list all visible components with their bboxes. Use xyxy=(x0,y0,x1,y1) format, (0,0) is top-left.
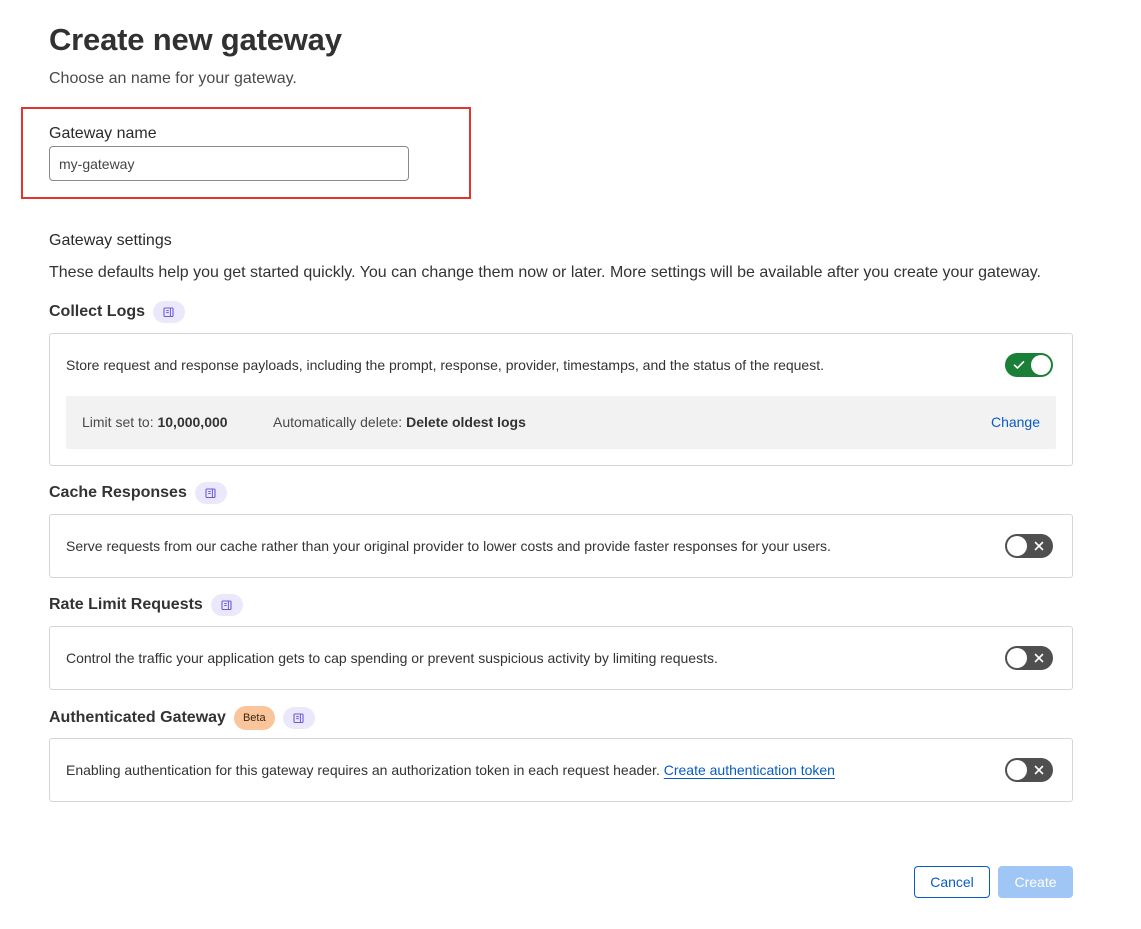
cache-responses-toggle[interactable] xyxy=(1005,534,1053,558)
docs-link[interactable] xyxy=(210,594,243,616)
log-limit-value: 10,000,000 xyxy=(157,414,228,430)
book-icon xyxy=(293,712,304,723)
rate-limit-header: Rate Limit Requests xyxy=(49,594,243,616)
collect-logs-header: Collect Logs xyxy=(49,301,186,323)
change-link[interactable]: Change xyxy=(991,414,1040,430)
page-subtitle: Choose an name for your gateway. xyxy=(49,70,297,87)
rate-limit-toggle[interactable] xyxy=(1005,646,1053,670)
log-limits-bar: Limit set to: 10,000,000 Automatically d… xyxy=(66,396,1056,449)
toggle-knob xyxy=(1007,648,1027,668)
cache-responses-card: Serve requests from our cache rather tha… xyxy=(49,514,1073,578)
check-icon xyxy=(1008,353,1030,377)
auto-delete: Automatically delete: Delete oldest logs xyxy=(273,414,526,430)
cache-responses-title: Cache Responses xyxy=(49,484,187,501)
authenticated-gateway-card: Enabling authentication for this gateway… xyxy=(49,738,1073,802)
collect-logs-description: Store request and response payloads, inc… xyxy=(66,357,824,373)
close-icon xyxy=(1028,646,1050,670)
cancel-button[interactable]: Cancel xyxy=(914,866,990,898)
authenticated-gateway-description-row: Enabling authentication for this gateway… xyxy=(66,762,835,778)
log-limit: Limit set to: 10,000,000 xyxy=(82,414,228,430)
authenticated-gateway-header: Authenticated Gateway Beta xyxy=(49,706,315,730)
page-title: Create new gateway xyxy=(49,22,342,57)
gateway-name-input[interactable] xyxy=(49,146,409,181)
docs-link[interactable] xyxy=(282,707,315,729)
settings-description: These defaults help you get started quic… xyxy=(49,264,1041,281)
gateway-name-label: Gateway name xyxy=(49,125,157,142)
authenticated-gateway-title: Authenticated Gateway xyxy=(49,709,226,726)
create-gateway-page: Create new gateway Choose an name for yo… xyxy=(0,0,1141,929)
cache-responses-description: Serve requests from our cache rather tha… xyxy=(66,538,831,554)
rate-limit-description: Control the traffic your application get… xyxy=(66,650,718,666)
rate-limit-title: Rate Limit Requests xyxy=(49,596,203,613)
auto-delete-label: Automatically delete: xyxy=(273,414,403,430)
toggle-knob xyxy=(1007,536,1027,556)
settings-title: Gateway settings xyxy=(49,232,172,249)
close-icon xyxy=(1028,758,1050,782)
collect-logs-toggle[interactable] xyxy=(1005,353,1053,377)
auto-delete-value: Delete oldest logs xyxy=(406,414,526,430)
close-icon xyxy=(1028,534,1050,558)
log-limit-label: Limit set to: xyxy=(82,414,154,430)
cache-responses-header: Cache Responses xyxy=(49,482,227,504)
create-auth-token-link[interactable]: Create authentication token xyxy=(664,762,835,778)
rate-limit-card: Control the traffic your application get… xyxy=(49,626,1073,690)
docs-link[interactable] xyxy=(194,482,227,504)
docs-link[interactable] xyxy=(153,301,186,323)
book-icon xyxy=(205,487,216,498)
authenticated-gateway-description: Enabling authentication for this gateway… xyxy=(66,762,660,778)
book-icon xyxy=(221,599,232,610)
beta-badge: Beta xyxy=(233,706,275,730)
create-button[interactable]: Create xyxy=(998,866,1073,898)
book-icon xyxy=(163,306,174,317)
toggle-knob xyxy=(1007,760,1027,780)
authenticated-gateway-toggle[interactable] xyxy=(1005,758,1053,782)
toggle-knob xyxy=(1031,355,1051,375)
collect-logs-title: Collect Logs xyxy=(49,303,146,320)
collect-logs-card: Store request and response payloads, inc… xyxy=(49,333,1073,466)
